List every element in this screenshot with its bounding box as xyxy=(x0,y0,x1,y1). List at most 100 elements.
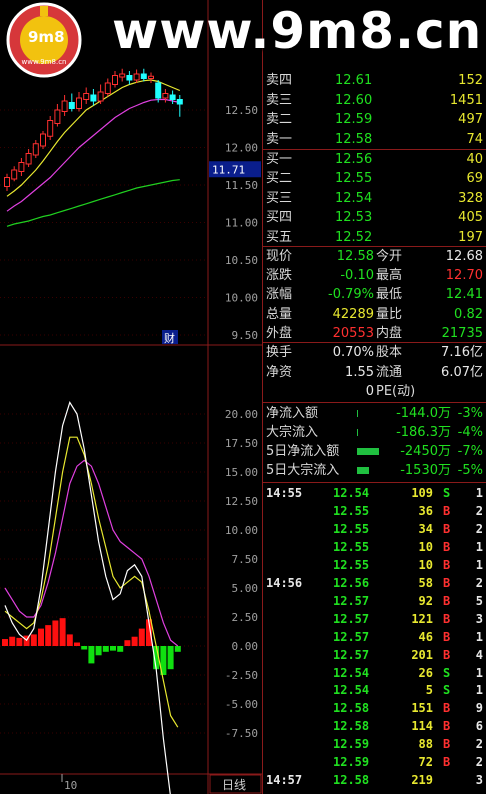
quote-row: 总量 42289 量比 0.82 xyxy=(263,305,486,324)
sell-order-row[interactable]: 卖一 12.58 74 xyxy=(263,130,486,149)
indicator-bar xyxy=(110,646,116,651)
tick-row[interactable]: 12.55 36 B 2 xyxy=(263,502,486,520)
tick-count: 2 xyxy=(475,755,483,770)
indicator-axis-label: 5.00 xyxy=(232,582,259,595)
tick-row[interactable]: 14:56 12.56 58 B 2 xyxy=(263,574,486,592)
buy-volume: 328 xyxy=(458,190,483,206)
sell-order-row[interactable]: 卖二 12.59 497 xyxy=(263,110,486,129)
buy-order-row[interactable]: 买四 12.53 405 xyxy=(263,208,486,227)
candle[interactable] xyxy=(4,177,10,187)
tick-count: 2 xyxy=(475,503,483,518)
indicator-bar xyxy=(45,625,52,646)
tick-volume: 46 xyxy=(418,629,433,644)
buy-order-row[interactable]: 买一 12.56 40 xyxy=(263,150,486,169)
period-button-label[interactable]: 日线 xyxy=(222,778,246,792)
quote-label: 最低 xyxy=(376,287,403,303)
tick-row[interactable]: 12.55 10 B 1 xyxy=(263,538,486,556)
candle[interactable] xyxy=(90,94,97,102)
indicator-bar xyxy=(167,646,174,670)
tick-row[interactable]: 14:57 12.58 219 3 xyxy=(263,771,486,789)
buy-order-row[interactable]: 买二 12.55 69 xyxy=(263,169,486,188)
quote-label: 最高 xyxy=(376,268,403,284)
candle[interactable] xyxy=(169,94,176,100)
fundamental-label: 换手 xyxy=(266,345,293,360)
tick-row[interactable]: 12.57 92 B 5 xyxy=(263,592,486,610)
candle[interactable] xyxy=(11,169,18,180)
chart-area[interactable]: 12.50 12.00 11.50 11.00 10.50 10.00 9.50 11.71 财… xyxy=(0,0,262,794)
quote-value: 12.41 xyxy=(445,287,483,303)
buy-order-row[interactable]: 买五 12.52 197 xyxy=(263,228,486,247)
capital-flow-label: 5日大宗流入 xyxy=(266,463,340,478)
candle[interactable] xyxy=(18,162,25,172)
candle[interactable] xyxy=(76,97,82,109)
buy-price: 12.53 xyxy=(335,210,373,226)
candle[interactable] xyxy=(54,109,61,124)
candle[interactable] xyxy=(83,93,90,100)
watermark-banner: 9m8 www.9m8.cn www.9m8.cn xyxy=(0,0,486,82)
capital-flow-bar xyxy=(357,448,379,455)
buy-order-row[interactable]: 买三 12.54 328 xyxy=(263,189,486,208)
tick-volume: 72 xyxy=(418,755,433,770)
indicator-bar xyxy=(74,642,80,646)
candle[interactable] xyxy=(61,100,68,112)
candle[interactable] xyxy=(68,102,75,109)
indicator-line-magenta xyxy=(4,459,179,647)
buy-volume: 405 xyxy=(458,210,483,226)
tick-row[interactable]: 12.54 5 S 1 xyxy=(263,681,486,699)
tick-row[interactable]: 12.55 10 B 1 xyxy=(263,556,486,574)
sell-volume: 497 xyxy=(458,112,483,127)
tick-count: 4 xyxy=(475,647,483,662)
quote-row: 现价 12.58 今开 12.68 xyxy=(263,247,486,266)
tick-side: B xyxy=(443,629,451,644)
tick-row[interactable]: 12.54 26 S 1 xyxy=(263,664,486,682)
candle[interactable] xyxy=(97,91,104,102)
buy-price: 12.54 xyxy=(335,190,373,206)
buy-level-label: 买四 xyxy=(266,210,293,226)
tick-row[interactable]: 12.59 88 B 2 xyxy=(263,735,486,753)
candle[interactable] xyxy=(162,93,169,99)
buy-volume: 197 xyxy=(458,229,483,245)
tick-row[interactable]: 12.55 34 B 2 xyxy=(263,520,486,538)
indicator-bar xyxy=(52,620,59,646)
quote-label: 今开 xyxy=(376,249,403,264)
tick-row[interactable]: 12.57 121 B 3 xyxy=(263,610,486,628)
tick-price: 12.57 xyxy=(333,647,370,662)
sell-level-label: 卖一 xyxy=(266,131,293,147)
candle[interactable] xyxy=(155,82,162,99)
sell-order-row[interactable]: 卖三 12.60 1451 xyxy=(263,91,486,110)
candle[interactable] xyxy=(25,153,32,165)
tick-time: 14:56 xyxy=(266,575,303,590)
indicator-line-yellow xyxy=(4,436,179,728)
indicator-bar xyxy=(59,618,66,646)
quote-value: 42289 xyxy=(332,306,374,322)
tick-row[interactable]: 14:55 12.54 109 S 1 xyxy=(263,484,486,502)
indicator-bar xyxy=(16,637,23,646)
tick-volume: 121 xyxy=(411,611,433,626)
tick-price: 12.54 xyxy=(333,683,370,698)
fundamental-label: 流通 xyxy=(376,364,403,380)
candle[interactable] xyxy=(104,82,111,94)
quote-label: 内盘 xyxy=(376,325,403,341)
tick-price: 12.59 xyxy=(333,755,370,770)
tick-price: 12.55 xyxy=(333,521,370,536)
tick-row[interactable]: 12.58 151 B 9 xyxy=(263,699,486,717)
candle[interactable] xyxy=(47,120,54,137)
x-axis-label: 10 xyxy=(64,779,77,792)
candle[interactable] xyxy=(176,99,183,105)
tick-row[interactable]: 12.58 114 B 6 xyxy=(263,717,486,735)
buy-level-label: 买五 xyxy=(266,229,293,245)
tick-row[interactable]: 12.59 72 B 2 xyxy=(263,753,486,771)
candle[interactable] xyxy=(32,143,39,156)
price-axis-label: 11.50 xyxy=(225,179,258,192)
tick-volume: 26 xyxy=(418,665,433,680)
tick-side: B xyxy=(443,521,451,536)
indicator-chart[interactable]: 20.00 17.50 15.00 12.50 10.00 7.50 5.00 2.50 0.0… xyxy=(0,346,262,794)
tick-row[interactable]: 12.57 46 B 1 xyxy=(263,628,486,646)
tick-row[interactable]: 12.57 201 B 4 xyxy=(263,646,486,664)
sell-price: 12.60 xyxy=(335,92,373,108)
fundamental-label: PE(动) xyxy=(376,384,416,399)
finance-marker-icon[interactable]: 财 xyxy=(164,331,175,345)
candle[interactable] xyxy=(40,133,46,147)
indicator-bar xyxy=(131,636,138,646)
current-price-marker-label: 11.71 xyxy=(212,163,245,176)
